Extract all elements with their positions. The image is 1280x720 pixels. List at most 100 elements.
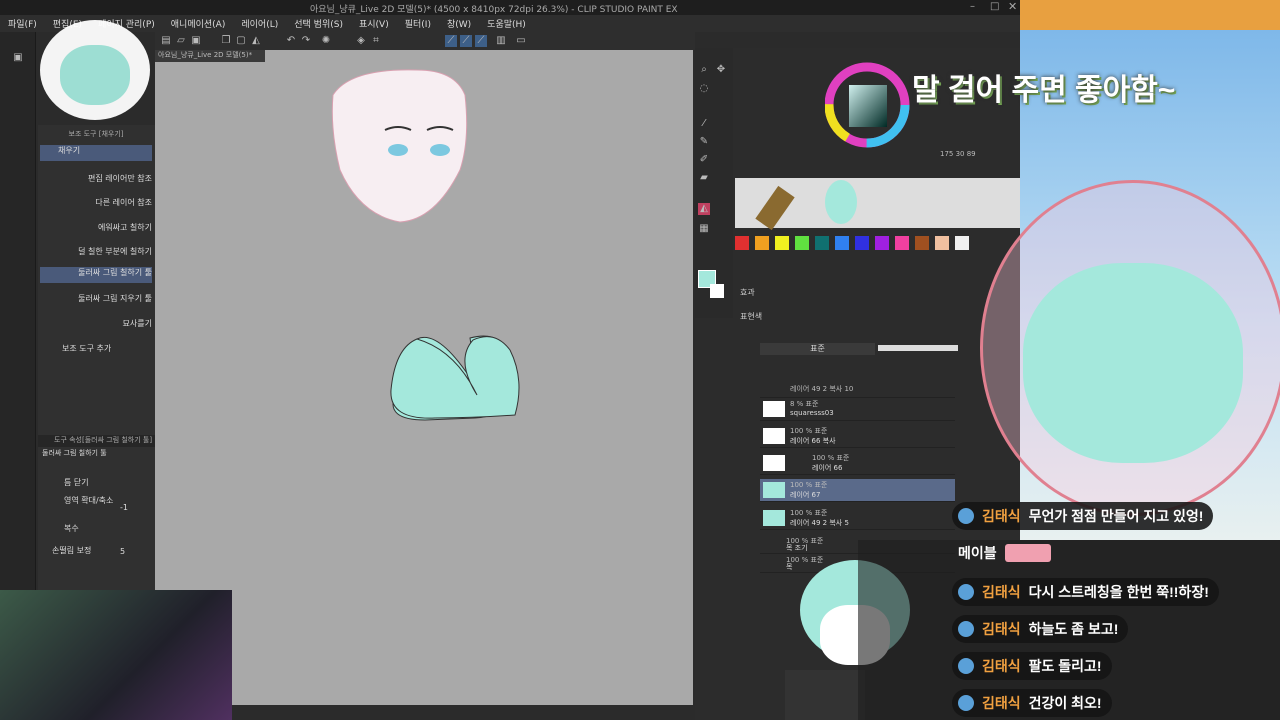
subtool-edit-layer-only[interactable]: 편집 레이어만 참조 xyxy=(40,173,152,189)
layer-thumb xyxy=(763,482,785,498)
subtool-unfilled[interactable]: 덜 칠한 부분에 칠하기 xyxy=(40,246,152,262)
chat-emote-icon xyxy=(1004,544,1051,562)
layer-opacity: 8 % 표준 xyxy=(790,400,819,408)
fill-icon[interactable]: ◭ xyxy=(250,35,262,47)
chat-nick: 김태식 xyxy=(982,695,1021,711)
maximize-icon[interactable]: □ xyxy=(990,1,999,12)
lasso-icon[interactable]: ◌ xyxy=(698,83,710,95)
swatch-orange[interactable] xyxy=(755,236,769,250)
subtool-sketch[interactable]: 묘사를기 xyxy=(40,318,152,334)
menu-filter[interactable]: 필터(I) xyxy=(397,15,439,32)
close-gaps-label[interactable]: 틈 닫기 xyxy=(64,477,89,488)
menu-animation[interactable]: 애니메이션(A) xyxy=(163,15,234,32)
snap-grid-icon[interactable]: ⟋ xyxy=(475,35,487,47)
crop-icon[interactable]: ⌗ xyxy=(370,35,382,47)
chat-text: 하늘도 좀 보고! xyxy=(1028,621,1119,637)
menu-selection[interactable]: 선택 범위(S) xyxy=(286,15,351,32)
eraser-icon[interactable]: ▰ xyxy=(698,172,710,184)
blend-mode-select[interactable]: 표준 xyxy=(760,343,875,355)
layer-opacity: 100 % 표준 xyxy=(812,454,850,462)
copy-icon[interactable]: ❐ xyxy=(220,35,232,47)
layer-name: 레이어 49 2 복사 10 xyxy=(790,385,854,393)
save-icon[interactable]: ▣ xyxy=(190,35,202,47)
snap-ruler-icon[interactable]: ⟋ xyxy=(445,35,457,47)
canvas-tab[interactable]: 아요님_냥큐_Live 2D 모델(5)* xyxy=(155,50,265,62)
open-icon[interactable]: ▱ xyxy=(175,35,187,47)
swatch-green[interactable] xyxy=(795,236,809,250)
menu-window[interactable]: 창(W) xyxy=(439,15,479,32)
stream-artwork xyxy=(0,590,232,720)
swatch-purple[interactable] xyxy=(875,236,889,250)
layer-row[interactable]: 8 % 표준 squaresss03 xyxy=(760,398,955,421)
layer-row-selected[interactable]: 100 % 표준 레이어 67 xyxy=(760,479,955,502)
opacity-slider[interactable] xyxy=(878,345,958,351)
layer-opacity: 100 % 표준 xyxy=(790,427,828,435)
menu-help[interactable]: 도움말(H) xyxy=(479,15,534,32)
gradient-icon[interactable]: ▦ xyxy=(698,223,710,235)
paste-icon[interactable]: ▢ xyxy=(235,35,247,47)
chat-message: 김태식 무언가 점점 만들어 지고 있엉! xyxy=(952,502,1214,530)
layer-row[interactable]: 100 % 표준 레이어 66 xyxy=(760,452,955,475)
subtool-lasso-erase[interactable]: 둘러싸 그림 지우기 툴 xyxy=(40,293,152,309)
layer-name: 레이어 49 2 복사 5 xyxy=(790,519,849,527)
expand-label: 영역 확대/축소 xyxy=(64,496,114,505)
stabilization-value[interactable]: 5 xyxy=(120,547,125,556)
chat-message: 김태식 다시 스트레칭을 한번 쭉!!하장! xyxy=(952,578,1219,606)
add-subtool-button[interactable]: 보조 도구 추가 xyxy=(62,343,111,354)
layer-row[interactable]: 100 % 표준 레이어 66 복사 xyxy=(760,425,955,448)
dog-face xyxy=(1023,263,1243,463)
swatch-indigo[interactable] xyxy=(855,236,869,250)
awning xyxy=(1020,0,1280,30)
minimize-icon[interactable]: – xyxy=(970,1,975,12)
layer-row[interactable]: 레이어 49 2 복사 10 xyxy=(760,383,955,398)
expand-value[interactable]: -1 xyxy=(120,503,128,512)
subtool-panel: 보조 도구 [채우기] 채우기 편집 레이어만 참조 다른 레이어 참조 에워싸… xyxy=(38,125,155,595)
panel-toggle-icon[interactable]: ▣ xyxy=(12,52,24,64)
new-file-icon[interactable]: ▤ xyxy=(160,35,172,47)
swatch-teal[interactable] xyxy=(815,236,829,250)
swatch-brown[interactable] xyxy=(915,236,929,250)
fill-tool-icon[interactable]: ◭ xyxy=(698,203,710,215)
subtool-close-fill[interactable]: 에워싸고 칠하기 xyxy=(40,222,152,238)
pen-icon[interactable]: ✎ xyxy=(698,136,710,148)
subtool-fill[interactable]: 채우기 xyxy=(40,145,152,161)
swatch-red[interactable] xyxy=(735,236,749,250)
menu-file[interactable]: 파일(F) xyxy=(0,15,45,32)
spinner-icon[interactable]: ✺ xyxy=(320,35,332,47)
undo-icon[interactable]: ↶ xyxy=(285,35,297,47)
zoom-icon[interactable]: ⌕ xyxy=(698,64,710,76)
redo-icon[interactable]: ↷ xyxy=(300,35,312,47)
menu-layer[interactable]: 레이어(L) xyxy=(233,15,286,32)
subtool-refer-other[interactable]: 다른 레이어 참조 xyxy=(40,197,152,213)
layer-row[interactable]: 100 % 표준 레이어 49 2 복사 5 xyxy=(760,507,955,530)
chat-nick: 메이블 xyxy=(958,545,997,561)
swatch-yellow[interactable] xyxy=(775,236,789,250)
subtool-lasso-fill[interactable]: 둘러싸 그림 칠하기 툴 xyxy=(40,267,152,283)
snap-special-icon[interactable]: ⟋ xyxy=(460,35,472,47)
overlay-caption: 말 걸어 주면 좋아함~ xyxy=(912,74,1176,107)
chat-nick: 김태식 xyxy=(982,584,1021,600)
swatch-white[interactable] xyxy=(955,236,969,250)
expression-color-label: 표현색 xyxy=(740,312,763,321)
color-wheel[interactable] xyxy=(825,60,920,150)
brush-icon[interactable]: ✐ xyxy=(698,154,710,166)
sub-color-swatch[interactable] xyxy=(710,284,724,298)
transform-icon[interactable]: ◈ xyxy=(355,35,367,47)
frame-icon[interactable]: ▭ xyxy=(515,35,527,47)
swatch-peach[interactable] xyxy=(935,236,949,250)
canvas-area[interactable] xyxy=(155,50,693,705)
layer-name: 레이어 66 xyxy=(812,464,843,472)
menu-view[interactable]: 표시(V) xyxy=(351,15,397,32)
chat-text: 무언가 점점 만들어 지고 있엉! xyxy=(1028,508,1204,524)
swatch-pink[interactable] xyxy=(895,236,909,250)
chat-text: 다시 스트레칭을 한번 쭉!!하장! xyxy=(1028,584,1209,600)
close-icon[interactable]: ✕ xyxy=(1008,0,1017,13)
eyedropper-icon[interactable]: ⁄ xyxy=(698,118,710,130)
chat-message: 김태식 하늘도 좀 보고! xyxy=(952,615,1129,643)
swatch-blue[interactable] xyxy=(835,236,849,250)
move-icon[interactable]: ✥ xyxy=(715,64,727,76)
layer-opacity: 100 % 표준 xyxy=(790,509,828,517)
multi-label[interactable]: 복수 xyxy=(64,523,79,534)
ruler-icon[interactable]: ▥ xyxy=(495,35,507,47)
subtool-header: 보조 도구 [채우기] xyxy=(68,130,124,138)
